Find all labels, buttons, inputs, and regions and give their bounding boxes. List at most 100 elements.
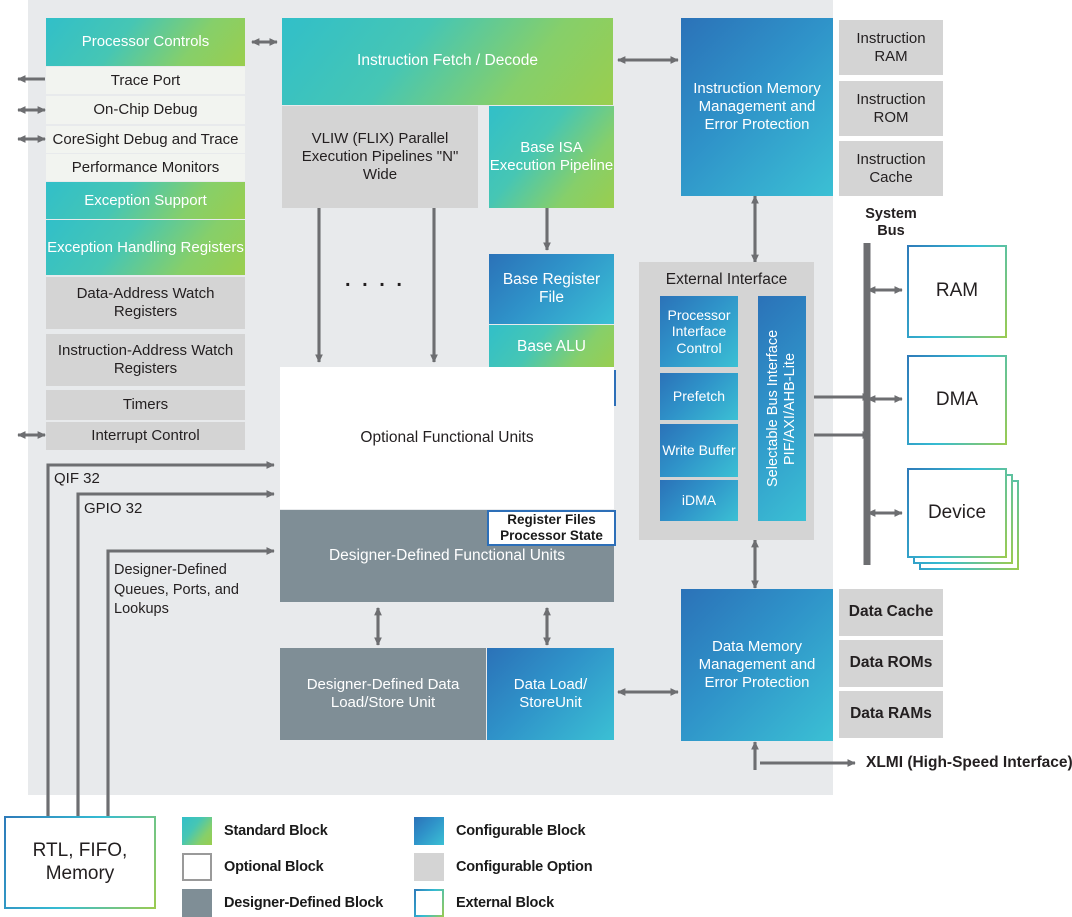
coresight-debug-and-trace-block[interactable]: CoreSight Debug and Trace	[46, 126, 245, 153]
instruction-address-watch-registers-block[interactable]: Instruction-Address Watch Registers	[46, 334, 245, 386]
external-interface-title: External Interface	[639, 268, 814, 292]
exception-support-block[interactable]: Exception Support	[46, 182, 245, 219]
xlmi-text: XLMI (High-Speed Interface)	[866, 754, 1072, 771]
external-dma-label: DMA	[935, 388, 979, 410]
write-buffer-block[interactable]: Write Buffer	[660, 424, 738, 477]
vliw-flix-pipelines-block[interactable]: VLIW (FLIX) Parallel Execution Pipelines…	[282, 106, 478, 208]
rtl-fifo-memory-block[interactable]: RTL, FIFO, Memory	[4, 816, 156, 909]
trace-port-label: Trace Port	[110, 71, 181, 89]
qif-label: QIF 32	[54, 470, 100, 487]
data-cache-block[interactable]: Data Cache	[839, 589, 943, 636]
instruction-ram-label: Instruction RAM	[856, 29, 926, 65]
external-dma-block[interactable]: DMA	[907, 355, 1007, 445]
interrupt-control-block[interactable]: Interrupt Control	[46, 422, 245, 450]
external-device-block[interactable]: Device	[907, 468, 1007, 558]
legend-label-configurable: Configurable Block	[456, 823, 586, 839]
designer-defined-queues-label: Designer-Defined Queues, Ports, and Look…	[114, 561, 264, 620]
exception-support-label: Exception Support	[84, 191, 207, 209]
data-rams-block[interactable]: Data RAMs	[839, 691, 943, 738]
instruction-address-watch-registers-label: Instruction-Address Watch Registers	[57, 342, 234, 377]
legend-swatch-configurable-icon	[414, 817, 444, 845]
idma-block[interactable]: iDMA	[660, 480, 738, 521]
block-diagram: Processor Controls Trace Port On-Chip De…	[0, 0, 1072, 917]
performance-monitors-label: Performance Monitors	[71, 158, 220, 176]
external-ram-block[interactable]: RAM	[907, 245, 1007, 338]
instruction-cache-block[interactable]: Instruction Cache	[839, 141, 943, 196]
designer-defined-data-load-store-unit-label: Designer-Defined Data Load/Store Unit	[306, 676, 460, 711]
prefetch-block[interactable]: Prefetch	[660, 373, 738, 420]
prefetch-label: Prefetch	[672, 388, 726, 405]
base-alu-label: Base ALU	[517, 338, 586, 356]
legend-swatch-configurable-option-icon	[414, 853, 444, 881]
legend-item-standard-block: Standard Block	[182, 817, 328, 845]
data-address-watch-registers-label: Data-Address Watch Registers	[76, 285, 215, 320]
timers-label: Timers	[122, 396, 169, 414]
qif-text: QIF 32	[54, 470, 100, 487]
legend-item-configurable-block: Configurable Block	[414, 817, 586, 845]
legend-label-optional: Optional Block	[224, 859, 324, 875]
trace-port-block[interactable]: Trace Port	[46, 67, 245, 94]
timers-block[interactable]: Timers	[46, 390, 245, 420]
selectable-bus-interface-label: Selectable Bus Interface PIF/AXI/AHB-Lit…	[764, 329, 798, 488]
coresight-debug-and-trace-label: CoreSight Debug and Trace	[52, 130, 239, 148]
data-rams-label: Data RAMs	[850, 705, 932, 723]
designer-defined-functional-units-label: Designer-Defined Functional Units	[328, 546, 566, 564]
selectable-bus-interface-block[interactable]: Selectable Bus Interface PIF/AXI/AHB-Lit…	[758, 296, 806, 521]
designer-defined-queues-text: Designer-Defined Queues, Ports, and Look…	[114, 562, 239, 618]
pipeline-ellipsis-label: . . . .	[345, 269, 405, 292]
legend-item-optional-block: Optional Block	[182, 853, 324, 881]
system-bus-text: System Bus	[865, 206, 917, 240]
data-load-store-unit-block[interactable]: Data Load/ StoreUnit	[487, 648, 614, 740]
gpio-text: GPIO 32	[84, 500, 143, 517]
instruction-memory-management-block[interactable]: Instruction Memory Management and Error …	[681, 18, 833, 196]
data-memory-management-block[interactable]: Data Memory Management and Error Protect…	[681, 589, 833, 741]
legend: Standard Block Optional Block Designer-D…	[182, 815, 742, 917]
gpio-label: GPIO 32	[84, 500, 142, 517]
data-load-store-unit-label: Data Load/ StoreUnit	[513, 676, 588, 711]
processor-controls-label: Processor Controls	[81, 33, 210, 51]
data-roms-block[interactable]: Data ROMs	[839, 640, 943, 687]
instruction-rom-label: Instruction ROM	[856, 90, 926, 126]
base-register-file-block[interactable]: Base Register File	[489, 254, 614, 324]
legend-swatch-standard-icon	[182, 817, 212, 845]
instruction-fetch-decode-label: Instruction Fetch / Decode	[357, 52, 538, 70]
base-isa-execution-pipeline-block[interactable]: Base ISA Execution Pipeline	[489, 106, 614, 208]
interrupt-control-label: Interrupt Control	[91, 427, 200, 445]
processor-interface-control-block[interactable]: Processor Interface Control	[660, 296, 738, 367]
processor-interface-control-label: Processor Interface Control	[667, 306, 731, 356]
pipeline-ellipsis: . . . .	[330, 268, 420, 294]
legend-label-configurable-option: Configurable Option	[456, 859, 593, 875]
optional-functional-units-block[interactable]: Optional Functional Units	[280, 367, 614, 509]
designer-defined-data-load-store-unit-block[interactable]: Designer-Defined Data Load/Store Unit	[280, 648, 486, 740]
external-interface-title-label: External Interface	[665, 270, 788, 288]
xlmi-label: XLMI (High-Speed Interface)	[866, 754, 1072, 772]
exception-handling-registers-block[interactable]: Exception Handling Registers	[46, 220, 245, 275]
legend-label-designer-defined: Designer-Defined Block	[224, 895, 384, 911]
base-isa-execution-pipeline-label: Base ISA Execution Pipeline	[489, 139, 614, 174]
legend-label-external: External Block	[456, 895, 554, 911]
processor-controls-block[interactable]: Processor Controls	[46, 18, 245, 66]
register-files-processor-state-label-bottom: Register Files Processor State	[500, 512, 603, 543]
performance-monitors-block[interactable]: Performance Monitors	[46, 154, 245, 181]
on-chip-debug-block[interactable]: On-Chip Debug	[46, 96, 245, 124]
data-roms-label: Data ROMs	[849, 654, 933, 672]
legend-swatch-optional-icon	[182, 853, 212, 881]
instruction-rom-block[interactable]: Instruction ROM	[839, 81, 943, 136]
exception-handling-registers-label: Exception Handling Registers	[47, 238, 244, 256]
instruction-ram-block[interactable]: Instruction RAM	[839, 20, 943, 75]
data-address-watch-registers-block[interactable]: Data-Address Watch Registers	[46, 277, 245, 329]
instruction-fetch-decode-block[interactable]: Instruction Fetch / Decode	[282, 18, 613, 105]
rtl-fifo-memory-label: RTL, FIFO, Memory	[32, 840, 128, 884]
base-alu-block[interactable]: Base ALU	[489, 325, 614, 370]
data-memory-management-label: Data Memory Management and Error Protect…	[698, 638, 816, 691]
legend-label-standard: Standard Block	[224, 823, 328, 839]
data-cache-label: Data Cache	[848, 603, 934, 621]
vliw-flix-pipelines-label: VLIW (FLIX) Parallel Execution Pipelines…	[301, 130, 459, 183]
legend-item-configurable-option: Configurable Option	[414, 853, 593, 881]
on-chip-debug-label: On-Chip Debug	[93, 101, 198, 119]
external-device-label: Device	[927, 501, 987, 523]
external-ram-label: RAM	[935, 280, 979, 302]
register-files-processor-state-bottom[interactable]: Register Files Processor State	[487, 510, 616, 546]
system-bus-label: System Bus	[858, 206, 924, 241]
optional-functional-units-label: Optional Functional Units	[360, 428, 534, 446]
